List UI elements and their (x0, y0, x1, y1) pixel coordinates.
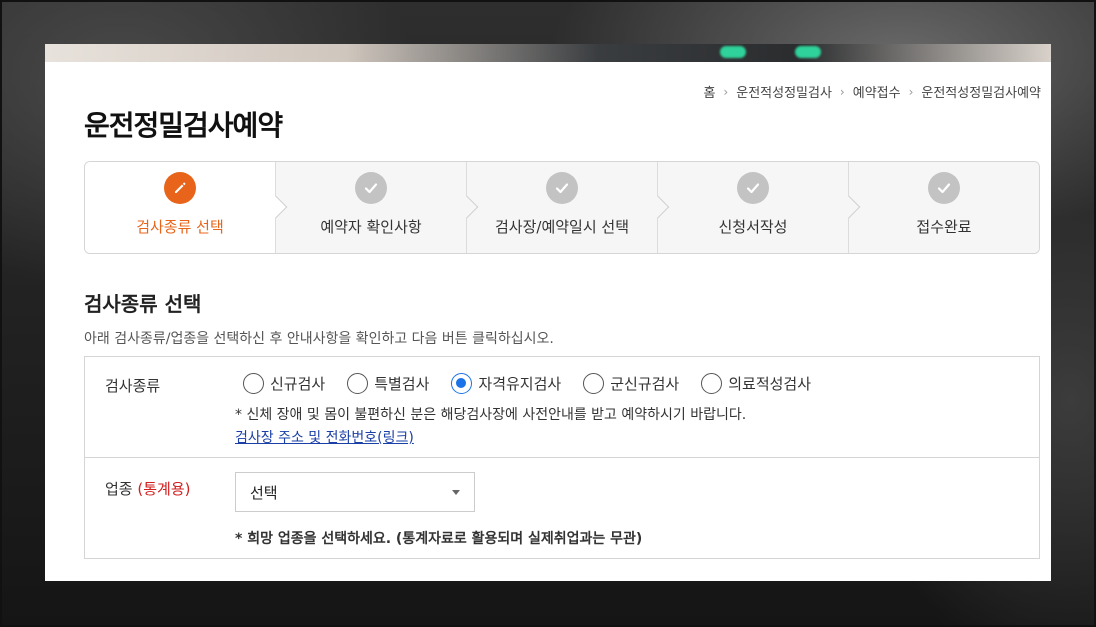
radio-button[interactable] (347, 373, 369, 394)
industry-label: 업종 (통계용) (105, 478, 191, 499)
radio-qualification-maintenance-exam[interactable]: 자격유지검사 (451, 373, 561, 394)
step-label: 검사장/예약일시 선택 (494, 218, 630, 236)
radio-button[interactable] (701, 373, 723, 394)
radio-label[interactable]: 자격유지검사 (478, 373, 561, 394)
check-icon (546, 172, 578, 204)
step-center-datetime: 검사장/예약일시 선택 (467, 162, 670, 253)
chevron-right-icon: › (908, 84, 914, 99)
radio-new-exam[interactable]: 신규검사 (243, 373, 325, 394)
statistics-tag: (통계용) (137, 480, 191, 498)
check-icon (737, 172, 769, 204)
breadcrumb-item-reservation[interactable]: 예약접수 (853, 82, 901, 101)
breadcrumb: 홈 › 운전적성정밀검사 › 예약접수 › 운전적성정밀검사예약 (703, 82, 1041, 102)
section-description: 아래 검사종류/업종을 선택하신 후 안내사항을 확인하고 다음 버튼 클릭하십… (84, 331, 554, 347)
step-exam-type: 검사종류 선택 (85, 162, 288, 253)
radio-label[interactable]: 의료적성검사 (728, 373, 811, 394)
chevron-right-icon: › (839, 84, 845, 99)
check-icon (928, 172, 960, 204)
industry-select-value: 선택 (250, 483, 278, 502)
caret-down-icon (452, 490, 460, 495)
exam-type-radio-group: 신규검사 특별검사 자격유지검사 군신규검사 의료적성검사 (243, 373, 811, 394)
radio-button[interactable] (451, 373, 473, 394)
breadcrumb-item-current[interactable]: 운전적성정밀검사예약 (921, 82, 1041, 101)
exam-type-label: 검사종류 (105, 377, 161, 395)
center-address-link[interactable]: 검사장 주소 및 전화번호(링크) (235, 427, 414, 447)
step-application-form: 신청서작성 (658, 162, 861, 253)
exam-type-row: 검사종류 신규검사 특별검사 자격유지검사 군신규검사 의료적성검사 * 신체 … (85, 357, 1039, 458)
pencil-icon (164, 172, 196, 204)
breadcrumb-item-aptitude-test[interactable]: 운전적성정밀검사 (736, 82, 832, 101)
section-title: 검사종류 선택 (84, 292, 202, 316)
industry-select[interactable]: 선택 (235, 472, 475, 512)
disability-notice: * 신체 장애 및 몸이 불편하신 분은 해당검사장에 사전안내를 받고 예약하… (235, 407, 747, 423)
header-photo-strip (45, 44, 1051, 62)
step-label: 접수완료 (916, 218, 972, 236)
step-complete: 접수완료 (849, 162, 1039, 253)
radio-label[interactable]: 신규검사 (270, 373, 325, 394)
industry-notice: * 희망 업종을 선택하세요. (통계자료로 활용되며 실제취업과는 무관) (235, 531, 643, 547)
step-label: 검사종류 선택 (136, 218, 224, 236)
selection-form: 검사종류 신규검사 특별검사 자격유지검사 군신규검사 의료적성검사 * 신체 … (84, 356, 1040, 559)
step-progress: 검사종류 선택 예약자 확인사항 검사장/예약일시 선택 신청서작성 접수완료 (84, 161, 1040, 254)
breadcrumb-item-home[interactable]: 홈 (703, 82, 715, 101)
check-icon (355, 172, 387, 204)
radio-label[interactable]: 특별검사 (374, 373, 429, 394)
page-title: 운전정밀검사예약 (84, 109, 283, 142)
chevron-right-icon: › (723, 84, 729, 99)
radio-label[interactable]: 군신규검사 (610, 373, 679, 394)
step-reserver-check: 예약자 확인사항 (276, 162, 479, 253)
radio-button[interactable] (243, 373, 264, 394)
step-label: 예약자 확인사항 (320, 218, 422, 236)
radio-special-exam[interactable]: 특별검사 (347, 373, 429, 394)
radio-medical-aptitude-exam[interactable]: 의료적성검사 (701, 373, 811, 394)
radio-button[interactable] (583, 373, 605, 394)
radio-military-new-exam[interactable]: 군신규검사 (583, 373, 679, 394)
main-content-card: 홈 › 운전적성정밀검사 › 예약접수 › 운전적성정밀검사예약 운전정밀검사예… (45, 62, 1051, 581)
industry-label-text: 업종 (105, 480, 133, 498)
industry-row: 업종 (통계용) 선택 * 희망 업종을 선택하세요. (통계자료로 활용되며 … (85, 458, 1039, 559)
step-label: 신청서작성 (718, 218, 788, 236)
